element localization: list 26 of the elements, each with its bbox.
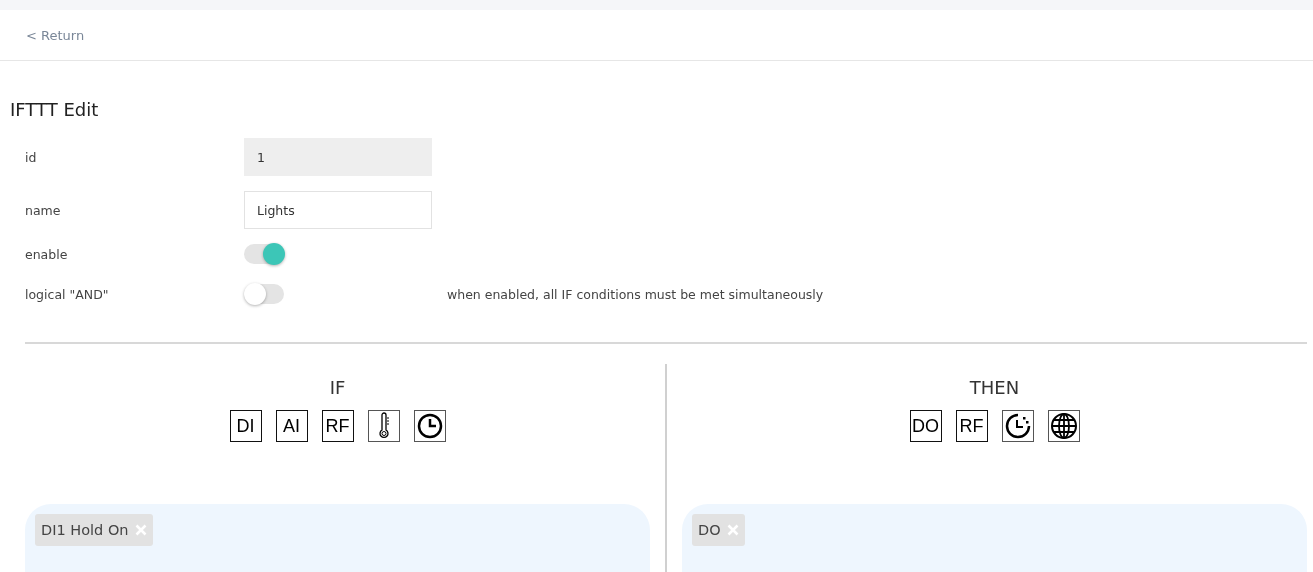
field-label: enable xyxy=(25,246,69,262)
field-label: logical "AND" xyxy=(25,286,110,302)
toggle-switch[interactable] xyxy=(244,244,284,264)
tool-button[interactable]: DI xyxy=(229,410,262,442)
section-title: IF xyxy=(329,377,346,398)
tool-button[interactable]: RF xyxy=(321,410,354,442)
timer-icon xyxy=(1004,413,1031,439)
tool-button[interactable] xyxy=(1001,410,1034,442)
page-title: IFTTT Edit xyxy=(10,99,100,120)
section-title: THEN xyxy=(969,377,1020,398)
tool-button[interactable] xyxy=(367,410,400,442)
text-field[interactable]: Lights xyxy=(244,191,432,229)
field-label: id xyxy=(25,149,38,165)
toggle-switch[interactable] xyxy=(244,284,284,304)
tool-button[interactable] xyxy=(413,410,446,442)
tool-button[interactable]: AI xyxy=(275,410,308,442)
return-link[interactable]: < Return xyxy=(26,27,85,43)
tool-button[interactable] xyxy=(1047,410,1080,442)
tag-label: DO xyxy=(698,522,721,538)
field-label: name xyxy=(25,202,62,218)
tool-button[interactable]: RF xyxy=(955,410,988,442)
tool-button[interactable]: DO xyxy=(909,410,942,442)
clock-icon xyxy=(416,413,443,439)
globe-icon xyxy=(1049,412,1078,440)
tag-label: DI1 Hold On xyxy=(41,522,129,538)
hint-text: when enabled, all IF conditions must be met simultaneously xyxy=(447,286,824,302)
